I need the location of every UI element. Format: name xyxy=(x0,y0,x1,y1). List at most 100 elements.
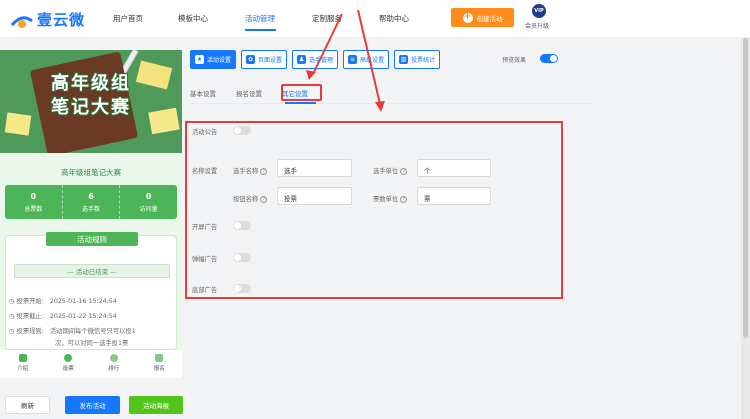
contestant-unit-input[interactable]: 个 xyxy=(417,159,491,177)
create-activity-button[interactable]: + 创建活动 xyxy=(451,8,514,27)
activity-ended-notice: — 活动已结束 — xyxy=(14,264,170,278)
preview-effect-label: 预览效果 xyxy=(502,57,527,64)
banner-title-line-2: 笔记大赛 xyxy=(51,97,131,118)
stat-label: 总票数 xyxy=(24,206,43,213)
bottom-ad-label: 底部广告 xyxy=(192,287,218,294)
rules-panel: 活动规则 — 活动已结束 — ◷ 投票开始: 2025-01-16 15:24:… xyxy=(5,232,177,350)
preview-banner: 高年级组 笔记大赛 xyxy=(0,50,182,153)
popup-ad-toggle[interactable] xyxy=(233,253,251,262)
annotation-highlight-panel xyxy=(185,121,563,299)
tab-ranking[interactable]: 排行 xyxy=(91,350,137,378)
rule-label: 投票开始: xyxy=(16,298,44,305)
button-label: 投票统计 xyxy=(411,57,436,64)
help-icon[interactable]: ? xyxy=(400,196,408,203)
stats-panel: 0 总票数 6 选手数 0 访问量 xyxy=(5,185,177,219)
field-label-text: 选手单位 xyxy=(373,168,399,175)
button-name-input[interactable]: 投票 xyxy=(277,187,352,205)
stat-contestants: 6 选手数 xyxy=(63,185,121,219)
rule-label: 投票截止: xyxy=(16,313,44,320)
page-scrollbar[interactable] xyxy=(741,38,750,419)
vote-unit-input[interactable]: 票 xyxy=(417,187,491,205)
contestant-name-label: 选手名称? xyxy=(233,166,268,175)
poster-button[interactable]: 活动海报 xyxy=(129,396,183,414)
help-icon[interactable]: ? xyxy=(260,196,268,203)
button-label: 页面设置 xyxy=(258,57,283,64)
top-navbar: 壹云微 用户首页 模板中心 活动管理 定制服务 帮助中心 + 创建活动 VIP … xyxy=(0,0,750,38)
nav-activity-management[interactable]: 活动管理 xyxy=(245,13,275,24)
contestant-management-button[interactable]: ♟ 选手管理 xyxy=(292,50,339,69)
button-label: 高级设置 xyxy=(360,57,385,64)
info-icon: ◷ xyxy=(9,328,15,335)
subtab-active-indicator xyxy=(285,102,316,104)
field-label-text: 按钮名称 xyxy=(233,196,259,203)
vote-statistics-button[interactable]: ▥ 投票统计 xyxy=(394,50,441,69)
contestant-unit-label: 选手单位? xyxy=(373,166,408,175)
stat-total-votes: 0 总票数 xyxy=(5,185,63,219)
stat-label: 选手数 xyxy=(82,206,101,213)
stat-value: 6 xyxy=(88,192,94,201)
rules-title: 活动规则 xyxy=(46,232,138,246)
subtab-divider xyxy=(190,103,590,104)
page-settings-button[interactable]: ✿ 页面设置 xyxy=(241,50,288,69)
tab-label: 报名 xyxy=(153,366,165,372)
nav-custom-service[interactable]: 定制服务 xyxy=(312,13,342,24)
stat-value: 0 xyxy=(30,192,37,201)
tab-signup[interactable]: 报名 xyxy=(137,350,183,378)
contestant-name-input[interactable]: 选手 xyxy=(277,159,352,177)
stat-label: 访问量 xyxy=(139,206,158,213)
subtab-basic[interactable]: 基本设置 xyxy=(190,88,216,98)
gear-icon: ✿ xyxy=(246,55,256,64)
mobile-preview: 高年级组 笔记大赛 高年级组笔记大赛 0 总票数 6 选手数 0 访问量 活动规… xyxy=(0,50,182,350)
bottom-ad-toggle[interactable] xyxy=(233,284,251,293)
rule-vote-start: ◷ 投票开始: 2025-01-16 15:24:54 xyxy=(9,296,117,305)
nav-help-center[interactable]: 帮助中心 xyxy=(379,13,409,24)
sliders-icon: ≡ xyxy=(348,55,358,64)
rule-vote-end: ◷ 投票截止: 2025-01-22 15:24:54 xyxy=(9,311,117,320)
banner-title: 高年级组 笔记大赛 xyxy=(0,72,182,120)
contest-name: 高年级组笔记大赛 xyxy=(61,168,121,177)
vip-icon[interactable]: VIP xyxy=(532,4,546,18)
field-label-text: 选手名称 xyxy=(233,168,259,175)
preview-effect-toggle[interactable] xyxy=(540,54,558,63)
vip-upgrade-link[interactable]: 会员升级 xyxy=(525,21,549,30)
help-icon[interactable]: ? xyxy=(260,168,268,175)
announcement-toggle[interactable] xyxy=(233,126,251,135)
rule-vote-rule-cont: 次，可以对同一选手投1票 xyxy=(55,340,129,347)
stat-value: 0 xyxy=(145,192,152,201)
preview-tabbar: 介绍 投票 排行 报名 xyxy=(0,350,182,378)
signup-icon xyxy=(155,354,164,362)
create-activity-label: 创建活动 xyxy=(476,14,503,23)
refresh-button[interactable]: 刷新 xyxy=(5,396,50,414)
button-label: 活动设置 xyxy=(207,57,232,64)
ranking-icon xyxy=(109,354,118,362)
users-icon: ♟ xyxy=(297,55,307,64)
logo-icon xyxy=(10,15,33,28)
vote-unit-label: 票数单位? xyxy=(373,194,408,203)
tab-label: 介绍 xyxy=(17,366,29,372)
publish-button[interactable]: 发布活动 xyxy=(65,396,120,414)
scrollbar-thumb[interactable] xyxy=(743,38,748,338)
nav-home[interactable]: 用户首页 xyxy=(113,13,143,24)
subtab-signup[interactable]: 报名设置 xyxy=(236,88,262,98)
advanced-settings-button[interactable]: ≡ 高级设置 xyxy=(343,50,390,69)
plus-icon: + xyxy=(462,12,473,23)
clock-icon: ◷ xyxy=(9,298,15,305)
banner-title-line-1: 高年级组 xyxy=(51,73,131,94)
help-icon[interactable]: ? xyxy=(400,168,408,175)
star-icon: ★ xyxy=(195,55,204,64)
tab-label: 投票 xyxy=(62,366,74,372)
brand-name: 壹云微 xyxy=(37,11,86,29)
brand-logo[interactable]: 壹云微 xyxy=(10,9,85,30)
nav-active-indicator xyxy=(245,29,276,31)
tab-vote[interactable]: 投票 xyxy=(46,350,92,378)
rule-value: 2025-01-22 15:24:54 xyxy=(49,313,117,320)
splash-ad-toggle[interactable] xyxy=(233,221,251,230)
nav-templates[interactable]: 模板中心 xyxy=(178,13,208,24)
splash-ad-label: 开屏广告 xyxy=(192,224,218,231)
activity-settings-button[interactable]: ★ 活动设置 xyxy=(190,50,237,69)
vote-icon xyxy=(64,354,73,362)
field-label-text: 票数单位 xyxy=(373,196,399,203)
button-name-label: 按钮名称? xyxy=(233,194,268,203)
rule-vote-rule: ◷ 投票规则: 活动期间每个微信号只可以投1 xyxy=(9,326,136,335)
tab-intro[interactable]: 介绍 xyxy=(0,350,46,378)
